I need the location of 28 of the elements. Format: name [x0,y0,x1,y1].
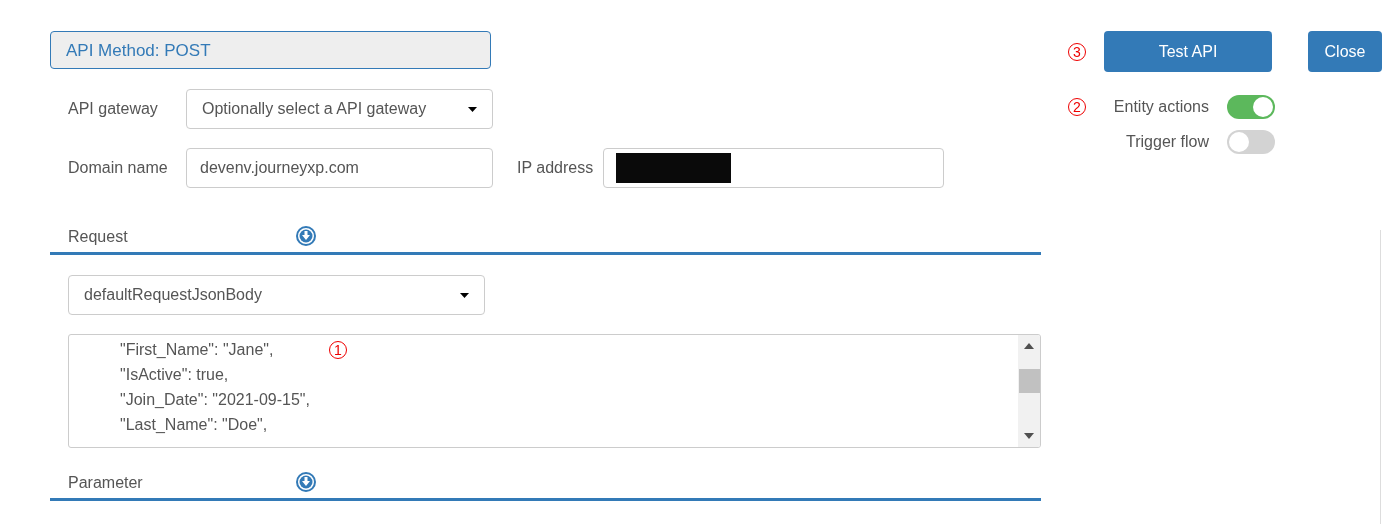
code-editor[interactable]: "First_Name": "Jane", "IsActive": true, "Join_Date": "2021-09-15", "Last_Name": "Doe", 1 [68,334,1041,448]
field-label: IP address [517,159,594,177]
toggle-label: Entity actions [1113,98,1209,116]
action-button[interactable]: Test API [1104,31,1272,72]
request-body-select[interactable]: defaultRequestJsonBody [68,275,485,315]
scroll-up-icon[interactable] [1024,343,1034,349]
domain-field[interactable]: devenv.journeyxp.com [186,148,493,188]
code-line: "Last_Name": "Doe", [120,415,268,435]
toggle-label: Trigger flow [1126,133,1209,151]
code-line: "IsActive": true, [120,365,229,385]
ip-address-field[interactable] [603,148,945,188]
field-label: API gateway [68,100,159,118]
action-button[interactable]: Close [1308,31,1382,72]
toggle-switch[interactable] [1227,130,1275,154]
scroll-down-icon[interactable] [1024,433,1034,439]
caret-icon [468,106,477,112]
field-label: Domain name [68,159,169,177]
scrollbar-thumb[interactable] [1018,369,1040,393]
code-line: "Join_Date": "2021-09-15", [120,390,310,410]
section-title: Request [68,228,129,246]
download-icon[interactable] [296,226,316,246]
section-title: Parameter [68,474,144,492]
toggle-switch[interactable] [1227,95,1275,119]
caret-icon [460,292,469,298]
gateway-select[interactable]: Optionally select a API gateway [186,89,493,129]
api-method-banner: API Method: POST [50,31,491,69]
code-line: "First_Name": "Jane", [120,340,274,360]
download-icon[interactable] [296,472,316,492]
